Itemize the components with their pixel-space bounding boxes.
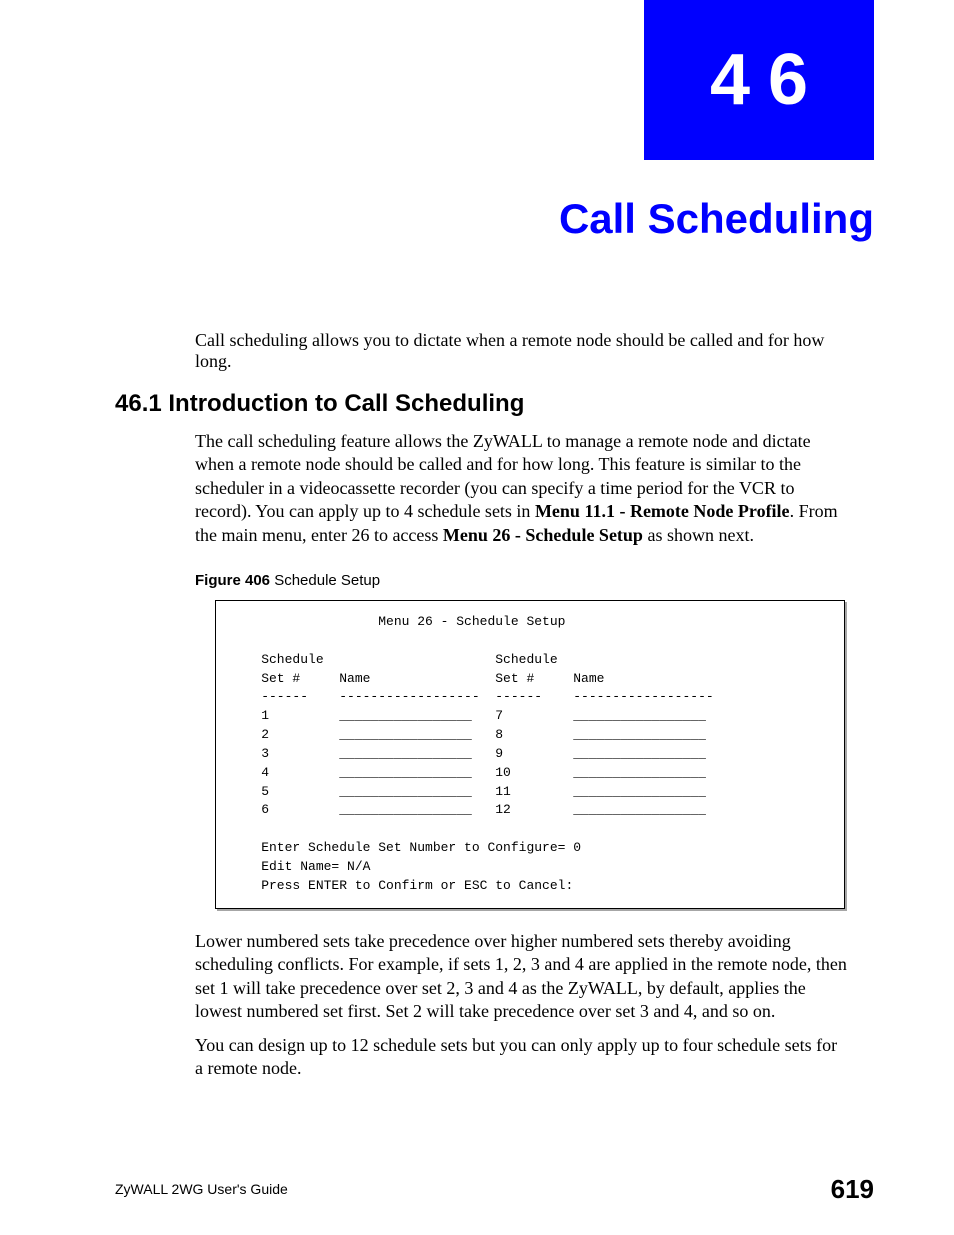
chapter-number-box: 46 (644, 0, 874, 160)
terminal-output: Menu 26 - Schedule Setup Schedule Schedu… (215, 600, 845, 909)
section-body: The call scheduling feature allows the Z… (195, 430, 849, 547)
intro-paragraph: Call scheduling allows you to dictate wh… (195, 330, 849, 372)
footer-guide-name: ZyWALL 2WG User's Guide (115, 1181, 288, 1197)
footer-page-number: 619 (831, 1174, 874, 1205)
figure-caption: Figure 406 Schedule Setup (195, 572, 380, 589)
chapter-number: 46 (710, 39, 826, 121)
section-body-post: as shown next. (643, 525, 754, 545)
post-para-2: You can design up to 12 schedule sets bu… (195, 1034, 849, 1081)
post-para-1: Lower numbered sets take precedence over… (195, 930, 849, 1024)
figure-caption-rest: Schedule Setup (270, 572, 380, 589)
menu-26-bold: Menu 26 - Schedule Setup (443, 525, 643, 545)
figure-caption-bold: Figure 406 (195, 572, 270, 589)
post-figure-text: Lower numbered sets take precedence over… (195, 930, 849, 1090)
section-heading: 46.1 Introduction to Call Scheduling (115, 390, 524, 418)
chapter-title: Call Scheduling (559, 195, 874, 243)
menu-11-bold: Menu 11.1 - Remote Node Profile (535, 501, 790, 521)
